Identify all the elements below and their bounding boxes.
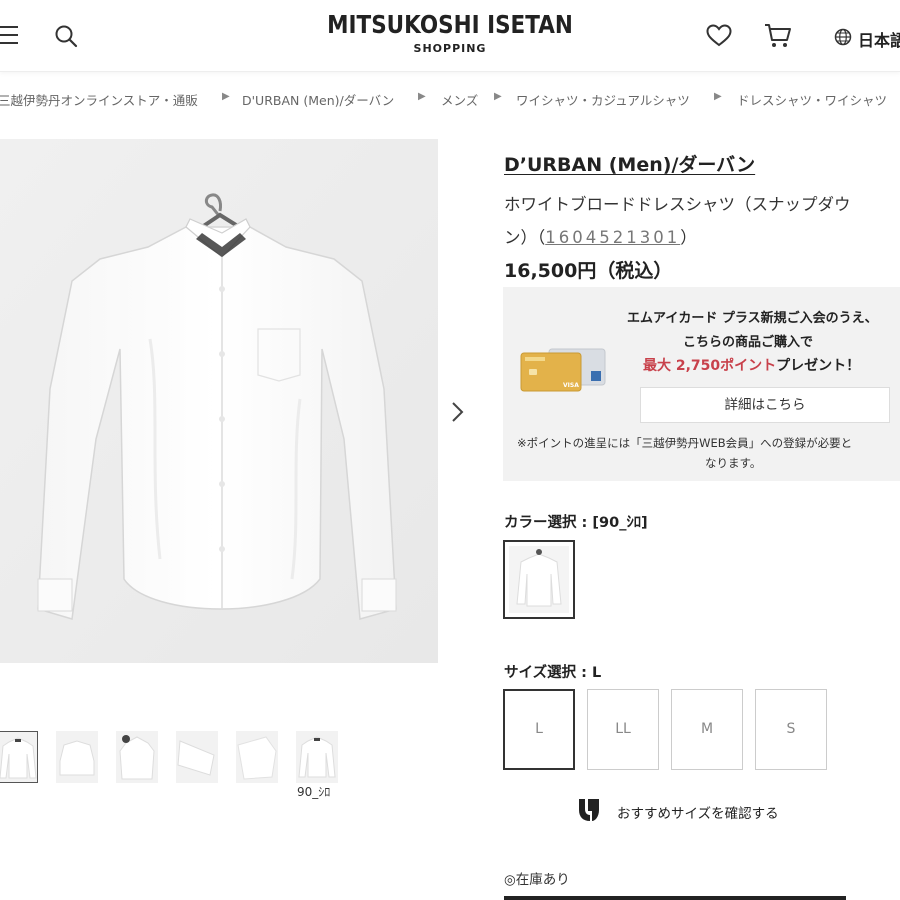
size-option-ll[interactable]: LL [587, 689, 659, 770]
color-swatch-image [509, 546, 569, 613]
promo-details-button[interactable]: 詳細はこちら [640, 387, 890, 423]
promo-points-highlight: 最大 2,750ポイント [643, 358, 777, 374]
breadcrumb-item[interactable]: 三越伊勢丹オンラインストア・通販 [0, 90, 198, 109]
product-code-link[interactable]: 1604521301 [545, 228, 680, 247]
product-title: ホワイトブロードドレスシャツ（スナップダウ ン）（1604521301） [504, 188, 900, 254]
color-swatch-white[interactable] [503, 540, 575, 619]
breadcrumb-separator-icon: ▶ [714, 91, 722, 102]
thumbnail[interactable] [296, 731, 338, 783]
add-to-cart-bar[interactable] [504, 896, 846, 900]
promo-text-line3: 最大 2,750ポイントプレゼント！ [643, 355, 860, 375]
next-image-arrow-icon[interactable] [449, 400, 465, 424]
product-main-image[interactable] [0, 139, 438, 663]
credit-card-image: VISA [520, 348, 606, 392]
breadcrumb-item[interactable]: ワイシャツ・カジュアルシャツ [516, 90, 690, 109]
size-advisor-icon [579, 799, 599, 821]
product-price: 16,500円（税込） [504, 260, 673, 282]
size-option-s[interactable]: S [755, 689, 827, 770]
card-promo-box: VISA エムアイカード プラス新規ご入会のうえ、 こちらの商品ご購入で 最大 … [503, 287, 900, 481]
promo-text-line1: エムアイカード プラス新規ご入会のうえ、 [627, 311, 878, 326]
stock-status: ◎在庫あり [504, 872, 570, 888]
thumbnail[interactable] [0, 731, 38, 783]
breadcrumb-separator-icon: ▶ [418, 91, 426, 102]
product-title-line2-prefix: ン）（ [504, 228, 546, 247]
promo-note-line2: なります。 [705, 456, 762, 470]
size-select-label: サイズ選択 : L [504, 665, 602, 681]
thumbnail[interactable] [116, 731, 158, 783]
site-header: MITSUKOSHI ISETAN SHOPPING 日本語 [0, 0, 900, 72]
brand-link[interactable]: D’URBAN (Men)/ダーバン [504, 150, 755, 177]
product-title-line2-suffix: ） [680, 228, 697, 247]
breadcrumb-separator-icon: ▶ [222, 91, 230, 102]
product-title-line1: ホワイトブロードドレスシャツ（スナップダウ [504, 195, 851, 214]
breadcrumb-item[interactable]: メンズ [441, 90, 478, 109]
breadcrumb-item[interactable]: ドレスシャツ・ワイシャツ [737, 90, 887, 109]
language-selector[interactable]: 日本語 [858, 27, 900, 51]
thumbnail[interactable] [56, 731, 98, 783]
promo-text-line2: こちらの商品ご購入で [683, 335, 814, 350]
size-advisor-label[interactable]: おすすめサイズを確認する [617, 802, 779, 822]
thumbnail[interactable] [236, 731, 278, 783]
heart-icon[interactable] [706, 24, 732, 48]
size-option-l[interactable]: L [503, 689, 575, 770]
card-brand-label: VISA [563, 382, 579, 389]
promo-note-line1: ※ポイントの進呈には「三越伊勢丹WEB会員」への登録が必要と [517, 436, 853, 450]
shirt-illustration [0, 139, 438, 663]
globe-icon[interactable] [834, 28, 852, 46]
thumbnail[interactable] [176, 731, 218, 783]
color-select-label: カラー選択 : [90_ｼﾛ] [504, 515, 648, 531]
thumbnail-caption: 90_ｼﾛ [297, 785, 331, 799]
size-option-m[interactable]: M [671, 689, 743, 770]
breadcrumb-item[interactable]: D'URBAN (Men)/ダーバン [242, 90, 394, 109]
cart-icon[interactable] [764, 22, 792, 50]
promo-text-line3-suffix: プレゼント！ [776, 358, 861, 374]
breadcrumb-separator-icon: ▶ [494, 91, 502, 102]
